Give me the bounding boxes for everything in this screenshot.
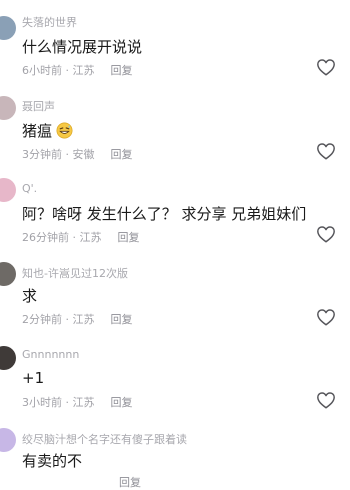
comment-meta: 3小时前 · 江苏 回复 (22, 394, 133, 410)
username[interactable]: Q'. (22, 182, 37, 195)
avatar[interactable] (0, 262, 16, 286)
heart-icon[interactable] (316, 308, 336, 326)
meta-separator: · (62, 148, 73, 161)
username[interactable]: 知也-许嵩见过12次版 (22, 265, 128, 281)
comment-location: 江苏 (79, 231, 102, 244)
comment-meta: 26分钟前 · 江苏 回复 (22, 229, 140, 245)
heart-icon[interactable] (316, 391, 336, 409)
avatar[interactable] (0, 346, 16, 370)
comment-text: 有卖的不 (22, 452, 83, 470)
comment-meta: 2分钟前 · 江苏 回复 (22, 311, 133, 327)
comment-time: 26分钟前 (22, 231, 69, 244)
avatar[interactable] (0, 178, 16, 202)
comment-meta: 3分钟前 · 安徽 回复 (22, 146, 133, 162)
comment-meta: 回复 (22, 474, 141, 490)
comment-meta: 6小时前 · 江苏 回复 (22, 62, 133, 78)
comment-text: 求 (22, 287, 38, 305)
comment-location: 江苏 (72, 313, 95, 326)
meta-separator: · (62, 396, 73, 409)
heart-icon[interactable] (316, 58, 336, 76)
reply-button[interactable]: 回复 (111, 148, 133, 161)
comment-time: 6小时前 (22, 64, 62, 77)
heart-icon[interactable] (316, 225, 336, 243)
reply-button[interactable]: 回复 (118, 231, 140, 244)
reply-button[interactable]: 回复 (111, 64, 133, 77)
username[interactable]: 绞尽脑汁想个名字还有傻子跟着读 (22, 431, 187, 447)
comment-text: 猪瘟 (22, 120, 73, 141)
meta-separator: · (62, 313, 73, 326)
avatar[interactable] (0, 96, 16, 120)
comment-text: 什么情况展开说说 (22, 38, 143, 56)
reply-button[interactable]: 回复 (111, 313, 133, 326)
meta-separator: · (69, 231, 80, 244)
username[interactable]: 失落的世界 (22, 14, 77, 30)
reply-button[interactable]: 回复 (119, 476, 141, 489)
username[interactable]: Gnnnnnnn (22, 348, 79, 361)
comment-time: 2分钟前 (22, 313, 62, 326)
comment-time: 3分钟前 (22, 148, 62, 161)
meta-separator: · (62, 64, 73, 77)
comment-text: +1 (22, 369, 45, 387)
avatar[interactable] (0, 16, 16, 40)
avatar[interactable] (0, 428, 16, 452)
grinning-sweat-emoji (56, 122, 73, 139)
comment-text-content: 猪瘟 (22, 122, 53, 140)
comment-text: 阿？啥呀 发生什么了？ 求分享 兄弟姐妹们 (22, 205, 307, 223)
comment-time: 3小时前 (22, 396, 62, 409)
username[interactable]: 聂回声 (22, 98, 55, 114)
comment-location: 江苏 (72, 396, 95, 409)
heart-icon[interactable] (316, 142, 336, 160)
comment-location: 安徽 (72, 148, 95, 161)
reply-button[interactable]: 回复 (111, 396, 133, 409)
comment-location: 江苏 (72, 64, 95, 77)
